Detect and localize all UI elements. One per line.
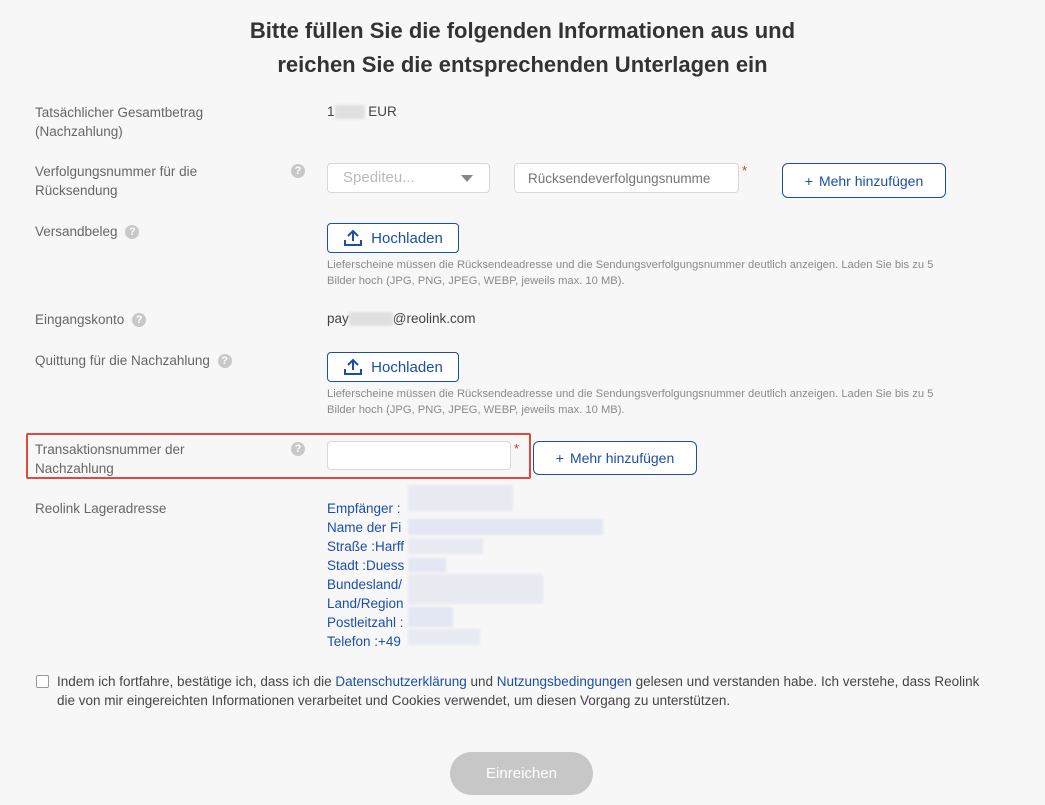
return-tracking-input[interactable] <box>514 163 739 193</box>
address-state: Bundesland/ <box>327 577 403 592</box>
page-title-line2: reichen Sie die entsprechenden Unterlage… <box>277 52 768 77</box>
address-country: Land/Region <box>327 596 404 611</box>
help-icon[interactable]: ? <box>291 442 305 456</box>
help-icon[interactable]: ? <box>291 164 305 178</box>
receiving-account-value: pay @reolink.com <box>327 311 476 327</box>
shipping-receipt-upload-button[interactable]: Hochladen <box>327 223 459 253</box>
upload-icon <box>344 358 363 375</box>
consent-text: Indem ich fortfahre, bestätige ich, dass… <box>57 674 980 708</box>
plus-icon: + <box>555 450 564 466</box>
total-amount-value: 1 EUR <box>327 104 397 120</box>
required-mark: * <box>742 163 748 178</box>
warehouse-address-label: Reolink Lageradresse <box>35 501 167 516</box>
page-title-line1: Bitte füllen Sie die folgenden Informati… <box>249 18 796 43</box>
payment-receipt-label: Quittung für die Nachzahlung ? <box>35 351 232 370</box>
redacted-amount <box>334 105 365 120</box>
receiving-account-label: Eingangskonto ? <box>35 310 147 329</box>
address-recipient: Empfänger : <box>327 501 401 516</box>
payment-receipt-upload-button[interactable]: Hochladen <box>327 352 459 382</box>
address-company: Name der Fi <box>327 520 402 535</box>
add-more-tracking-button[interactable]: + Mehr hinzufügen <box>782 163 946 198</box>
address-postcode: Postleitzahl : <box>327 615 404 630</box>
submit-button[interactable]: Einreichen <box>450 752 593 795</box>
shipping-receipt-label: Versandbeleg ? <box>35 222 140 241</box>
return-tracking-label: Verfolgungsnummer für die Rücksendung <box>35 164 198 198</box>
shipping-receipt-note: Lieferscheine müssen die Rücksendeadress… <box>327 259 934 287</box>
warehouse-address-lines: Empfänger : Name der Fi Straße :Harff St… <box>327 499 404 651</box>
redacted-email <box>348 312 393 327</box>
terms-link[interactable]: Nutzungsbedingungen <box>497 674 632 689</box>
consent-checkbox[interactable] <box>36 675 49 688</box>
help-icon[interactable]: ? <box>132 313 147 328</box>
total-amount-label: Tatsächlicher Gesamtbetrag (Nachzahlung) <box>35 105 204 139</box>
privacy-policy-link[interactable]: Datenschutzerklärung <box>335 674 466 689</box>
required-mark: * <box>514 441 520 456</box>
transaction-number-input[interactable] <box>327 441 511 470</box>
address-phone: Telefon :+49 <box>327 634 401 649</box>
transaction-number-label: Transaktionsnummer der Nachzahlung <box>35 442 185 476</box>
address-street: Straße :Harff <box>327 539 405 554</box>
page-title: Bitte füllen Sie die folgenden Informati… <box>0 14 1045 82</box>
add-more-transaction-button[interactable]: + Mehr hinzufügen <box>533 441 697 475</box>
help-icon[interactable]: ? <box>217 354 232 369</box>
plus-icon: + <box>804 172 813 189</box>
carrier-select[interactable]: Spediteu... <box>327 163 490 193</box>
upload-icon <box>344 229 363 246</box>
help-icon[interactable]: ? <box>125 225 140 240</box>
payment-receipt-note: Lieferscheine müssen die Rücksendeadress… <box>327 388 934 416</box>
address-city: Stadt :Duess <box>327 558 405 573</box>
caret-down-icon <box>461 175 473 182</box>
redacted-address-block <box>408 485 603 645</box>
